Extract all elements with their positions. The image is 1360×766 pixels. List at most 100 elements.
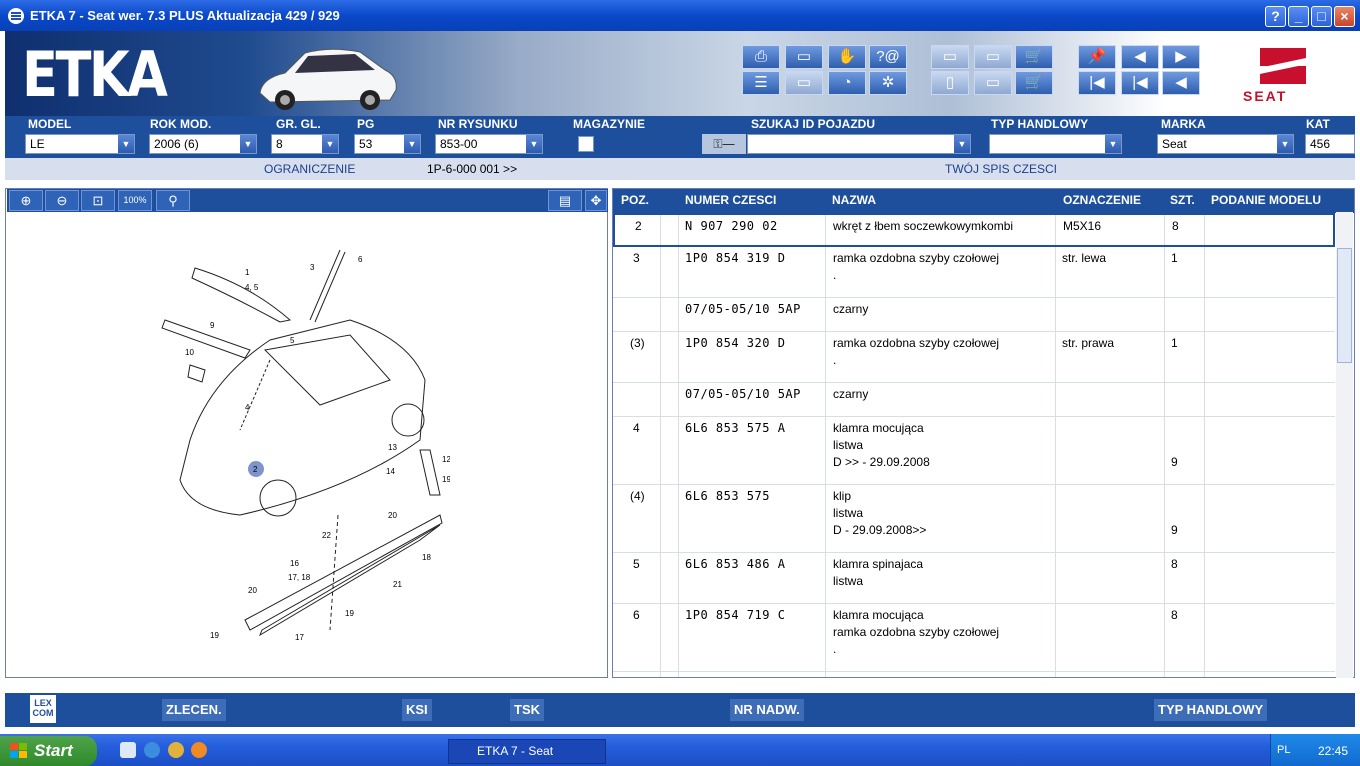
language-indicator[interactable]: PL: [1277, 744, 1290, 756]
layout-icon[interactable]: ▤: [548, 190, 582, 211]
pin-icon[interactable]: 📌: [1078, 45, 1116, 69]
svg-text:6: 6: [358, 255, 363, 264]
cart-icon[interactable]: 🛒: [1015, 71, 1053, 95]
handshake-icon[interactable]: ✋: [828, 45, 866, 69]
zoom-in-icon[interactable]: ⊕: [9, 190, 43, 211]
gauge-icon[interactable]: ◔: [828, 71, 866, 95]
magazynie-label: MAGAZYNIE: [573, 117, 645, 131]
parts-drawing[interactable]: 1 4, 5 3 6 9 5 10 4 2 13 12 14 19 20 18 22 16 17, 18 2…: [150, 240, 450, 655]
chevron-down-icon[interactable]: ▼: [1276, 135, 1293, 153]
svg-text:22: 22: [322, 531, 331, 540]
key-icon[interactable]: ⚿━: [702, 134, 746, 154]
svg-text:5: 5: [290, 336, 295, 345]
col-szt[interactable]: SZT.: [1170, 193, 1195, 207]
wheel-icon[interactable]: ✲: [869, 71, 907, 95]
table-row[interactable]: 07/05-05/10 5AP czarny: [613, 383, 1335, 417]
col-poz[interactable]: POZ.: [621, 193, 649, 207]
col-oznaczenie[interactable]: OZNACZENIE: [1063, 193, 1141, 207]
screen-icon[interactable]: ▭: [785, 45, 823, 69]
pg-select[interactable]: 53 ▼: [354, 134, 421, 154]
table-row[interactable]: 2 N 907 290 02 wkręt z łbem soczewkowymk…: [613, 213, 1335, 247]
typ-handlowy-select[interactable]: ▼: [989, 134, 1122, 154]
svg-text:4: 4: [245, 403, 250, 412]
print-icon[interactable]: ⎙: [742, 45, 780, 69]
chevron-down-icon[interactable]: ▼: [1104, 135, 1121, 153]
search-icon[interactable]: ⚲: [156, 190, 190, 211]
nora-icon[interactable]: ▭: [785, 71, 823, 95]
ie-icon[interactable]: [144, 742, 160, 758]
col-podanie[interactable]: PODANIE MODELU: [1211, 193, 1321, 207]
taskbar-item-etka[interactable]: ETKA 7 - Seat: [448, 739, 606, 764]
rok-label: ROK MOD.: [150, 117, 212, 131]
prev-page-icon[interactable]: ◀: [1121, 45, 1159, 69]
col-numer[interactable]: NUMER CZESCI: [685, 193, 776, 207]
nr-nadw-button[interactable]: NR NADW.: [730, 699, 804, 721]
minimize-button[interactable]: _: [1288, 6, 1309, 27]
table-header: POZ. NUMER CZESCI NAZWA OZNACZENIE SZT. …: [613, 189, 1354, 213]
list-icon[interactable]: ☰: [742, 71, 780, 95]
next-page-icon[interactable]: ▶: [1162, 45, 1200, 69]
chevron-down-icon[interactable]: ▼: [239, 135, 256, 153]
car-image: [259, 48, 397, 110]
media-icon[interactable]: [191, 742, 207, 758]
maximize-button[interactable]: □: [1311, 6, 1332, 27]
magazynie-checkbox[interactable]: [578, 136, 594, 152]
depot-icon[interactable]: ▭: [974, 45, 1012, 69]
typ-handlowy-button[interactable]: TYP HANDLOWY: [1154, 699, 1268, 721]
kat-field[interactable]: 456: [1305, 134, 1355, 154]
zlecen-button[interactable]: ZLECEN.: [162, 699, 226, 721]
help-icon[interactable]: ?@: [869, 45, 907, 69]
first-icon[interactable]: |◀: [1078, 71, 1116, 95]
szukaj-label: SZUKAJ ID POJAZDU: [751, 117, 876, 131]
windows-logo-icon: [10, 743, 27, 758]
nr-rysunku-select[interactable]: 853-00 ▼: [435, 134, 543, 154]
vehicle-icon[interactable]: ▭: [974, 71, 1012, 95]
svg-text:20: 20: [388, 511, 397, 520]
table-row[interactable]: 6 1P0 854 719 C klamra mocująca ramka oz…: [613, 604, 1335, 672]
table-row[interactable]: 5 6L6 853 486 A klamra spinajaca listwa …: [613, 553, 1335, 604]
model-label: MODEL: [28, 117, 72, 131]
ksi-button[interactable]: KSI: [402, 699, 432, 721]
cart-add-icon[interactable]: 🛒: [1015, 45, 1053, 69]
zoom-out-icon[interactable]: ⊖: [45, 190, 79, 211]
svg-text:16: 16: [290, 559, 299, 568]
scrollbar-thumb[interactable]: [1337, 248, 1352, 363]
previous-icon[interactable]: ◀: [1162, 71, 1200, 95]
back-icon[interactable]: |◀: [1121, 71, 1159, 95]
app-icon[interactable]: [168, 742, 184, 758]
spis-czesci-label[interactable]: TWÓJ SPIS CZESCI: [945, 162, 1057, 176]
desktop-icon[interactable]: [120, 742, 136, 758]
zoom-fit-icon[interactable]: ⊡: [81, 190, 115, 211]
elsa-icon[interactable]: ▭: [931, 45, 969, 69]
zoom-100-icon[interactable]: 100%: [118, 190, 152, 211]
chevron-down-icon[interactable]: ▼: [117, 135, 134, 153]
app-menu-icon[interactable]: [8, 8, 24, 24]
chevron-down-icon[interactable]: ▼: [403, 135, 420, 153]
marka-select[interactable]: Seat ▼: [1157, 134, 1294, 154]
table-row[interactable]: (3) 1P0 854 320 D ramka ozdobna szyby cz…: [613, 332, 1335, 383]
seat-brand-text: SEAT: [1243, 88, 1288, 104]
table-row[interactable]: 4 6L6 853 575 A klamra mocująca listwa D…: [613, 417, 1335, 485]
chevron-down-icon[interactable]: ▼: [525, 135, 542, 153]
table-row[interactable]: 07/05-05/10 5AP czarny: [613, 298, 1335, 332]
devices-icon[interactable]: ▯: [931, 71, 969, 95]
chevron-down-icon[interactable]: ▼: [321, 135, 338, 153]
col-nazwa[interactable]: NAZWA: [832, 193, 876, 207]
model-select[interactable]: LE ▼: [25, 134, 135, 154]
etka-logo: ETKA: [22, 38, 168, 111]
rok-select[interactable]: 2006 (6) ▼: [149, 134, 257, 154]
table-row[interactable]: (4) 6L6 853 575 klip listwa D - 29.09.20…: [613, 485, 1335, 553]
pg-label: PG: [357, 117, 375, 131]
svg-text:17, 18: 17, 18: [288, 573, 311, 582]
close-button[interactable]: ×: [1334, 6, 1355, 27]
gr-select[interactable]: 8 ▼: [271, 134, 339, 154]
lexcom-logo[interactable]: LEX COM: [30, 695, 56, 723]
range-link[interactable]: 1P-6-000 001 >>: [427, 162, 517, 176]
szukaj-id-select[interactable]: ▼: [747, 134, 971, 154]
table-row[interactable]: 3 1P0 854 319 D ramka ozdobna szyby czoł…: [613, 247, 1335, 298]
tsk-button[interactable]: TSK: [510, 699, 544, 721]
move-icon[interactable]: ✥: [585, 190, 607, 211]
help-button[interactable]: ?: [1265, 6, 1286, 27]
nr-rysunku-label: NR RYSUNKU: [438, 117, 518, 131]
chevron-down-icon[interactable]: ▼: [953, 135, 970, 153]
